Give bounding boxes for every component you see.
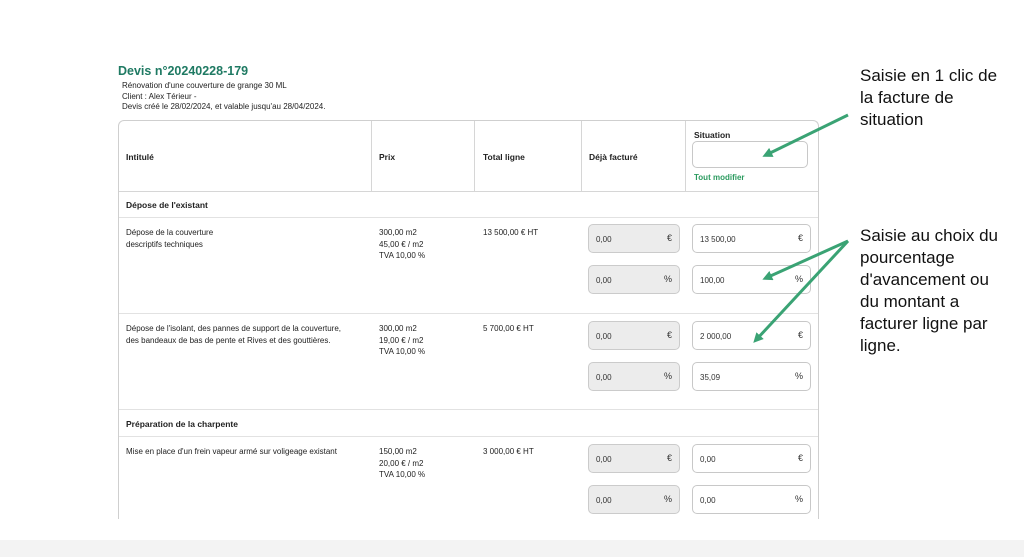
arrow-to-situation-all xyxy=(762,113,849,157)
arrow-to-situation-amount xyxy=(753,239,850,343)
arrow-to-situation-percent xyxy=(762,239,849,281)
annotation-arrows xyxy=(753,113,850,343)
